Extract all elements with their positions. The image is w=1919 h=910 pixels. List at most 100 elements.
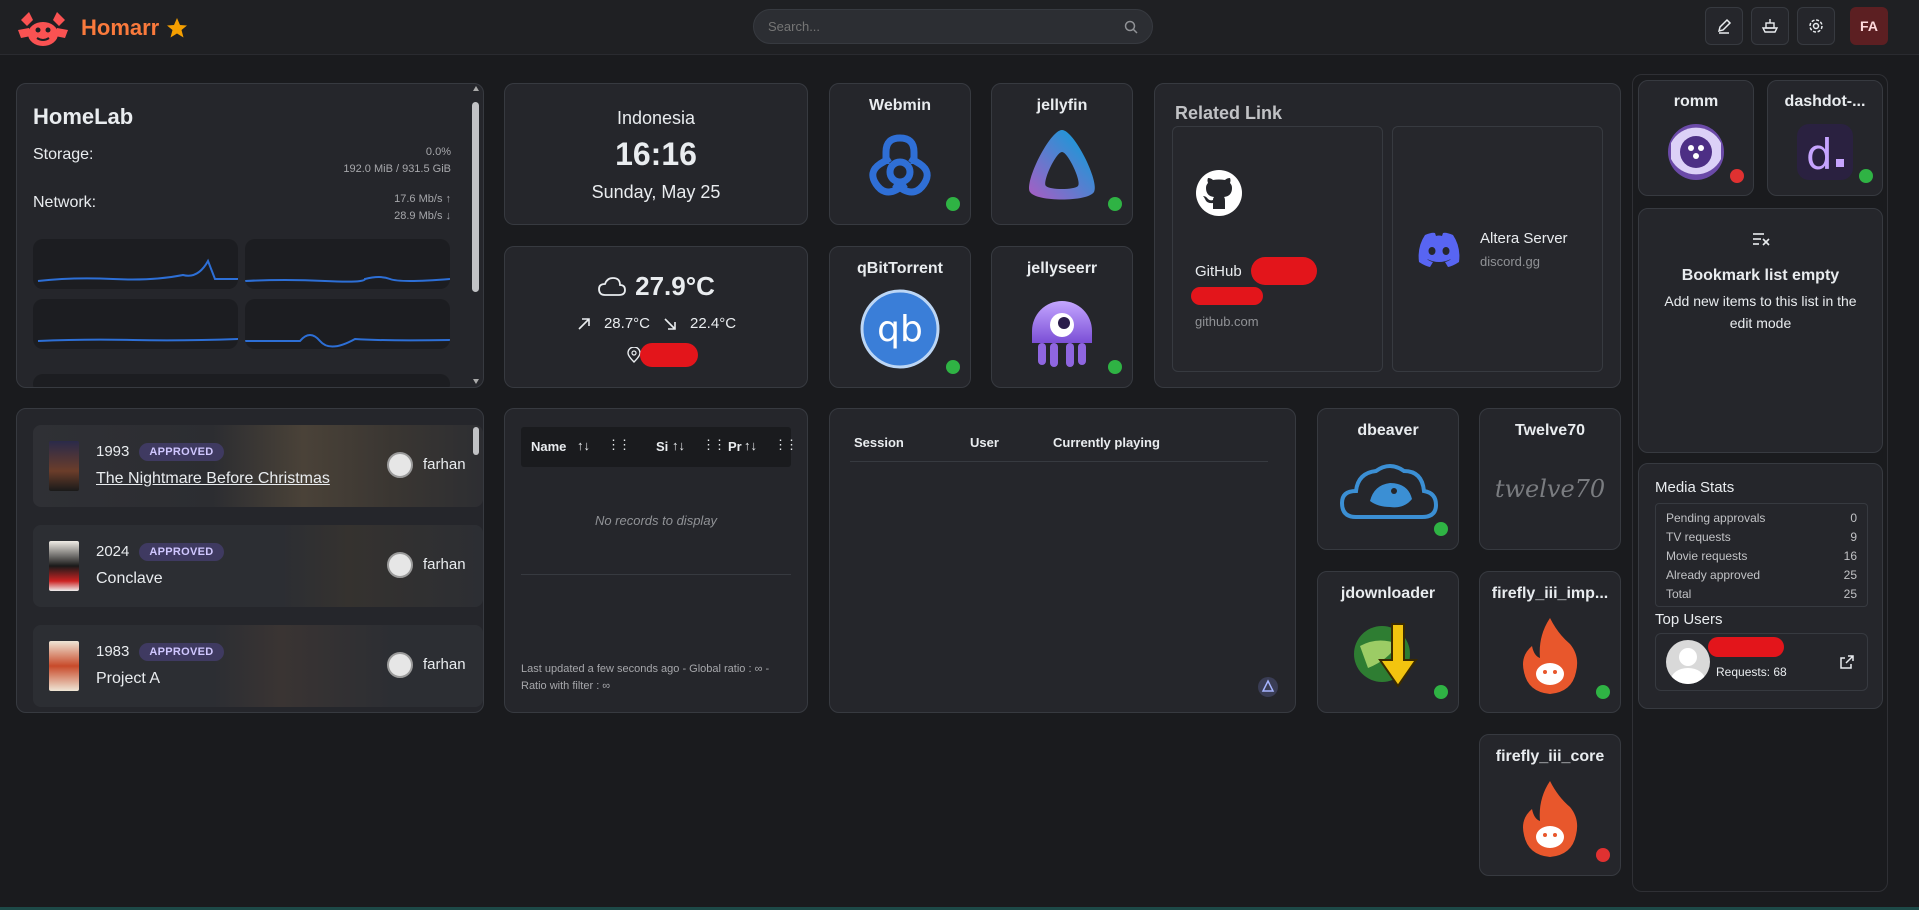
media-stat-value: 0 [1850,510,1857,525]
request-item[interactable]: 2024 APPROVED Conclave farhan [33,525,483,607]
drag-handle-icon[interactable]: ⋮⋮ [774,437,798,453]
svg-text:d: d [1806,130,1833,179]
app-tile-webmin[interactable]: Webmin [829,83,971,225]
media-stat-row: Movie requests 16 [1666,546,1857,565]
github-url: github.com [1195,314,1259,329]
network-label: Network: [33,194,97,211]
discord-url: discord.gg [1480,254,1540,269]
app-tile-romm[interactable]: romm [1638,80,1754,196]
logo[interactable]: Homarr [15,8,189,48]
media-stats-table: Pending approvals 0 TV requests 9 Movie requ… [1655,503,1868,607]
app-title: jellyseerr [1026,260,1098,277]
star-icon [167,18,188,38]
request-item[interactable]: 1993 APPROVED The Nightmare Before Christ… [33,425,483,507]
romm-icon [1668,124,1724,180]
movie-poster [49,541,79,591]
media-stat-value: 25 [1843,567,1857,582]
bookmark-empty-text: Add new items to this list in the edit m… [1664,293,1857,331]
redacted-location [640,343,698,367]
torrent-table-header: Name ↑↓ ⋮⋮ Si ↑↓ ⋮⋮ Pr ↑↓ ⋮⋮ [521,427,798,467]
app-title: dashdot-... [1784,93,1866,110]
col-size[interactable]: Si [656,439,668,454]
ship-icon [1761,19,1779,33]
media-stat-row: TV requests 9 [1666,527,1857,546]
top-user-row[interactable]: Requests: 68 [1655,633,1868,691]
user-avatar[interactable]: FA [1850,7,1888,45]
jellyseerr-icon [1032,301,1092,367]
request-title[interactable]: The Nightmare Before Christmas [96,470,330,488]
qbittorrent-icon: qb [860,289,940,369]
docker-button[interactable] [1751,7,1789,45]
sort-icon[interactable]: ↑↓ [577,438,590,453]
movie-poster [49,641,79,691]
dashdot-icon: d [1797,124,1853,180]
app-tile-jellyfin[interactable]: jellyfin [991,83,1133,225]
app-title: Twelve70 [1515,422,1585,439]
edit-button[interactable] [1705,7,1743,45]
scrollbar[interactable] [472,86,480,384]
app-tile-jellyseerr[interactable]: jellyseerr [991,246,1133,388]
request-year: 1983 [96,643,130,660]
request-item[interactable]: 1983 APPROVED Project A farhan [33,625,483,707]
status-online-dot [1434,685,1448,699]
status-offline-dot [1730,169,1744,183]
search-input[interactable] [768,19,1098,34]
request-year: 1993 [96,443,130,460]
app-tile-qbittorrent[interactable]: qBitTorrent qb [829,246,971,388]
redacted-name [1708,637,1784,657]
sort-icon[interactable]: ↑↓ [672,438,685,453]
user-avatar [387,652,413,678]
status-online-dot [1108,360,1122,374]
drag-handle-icon[interactable]: ⋮⋮ [702,437,726,453]
app-title: Webmin [869,97,931,114]
bookmark-discord[interactable]: Altera Server discord.gg [1392,126,1603,372]
weather-current: 27.9°C [505,271,807,302]
request-title[interactable]: Project A [96,670,160,688]
app-title: qBitTorrent [857,260,943,277]
discord-name: Altera Server [1480,230,1568,247]
media-stat-value: 25 [1843,586,1857,601]
top-users-title: Top Users [1655,611,1723,628]
divider [521,574,791,575]
memory-graph [245,239,450,289]
related-link-card: Related Link GitHub github.com Altera Se… [1154,83,1621,388]
sort-icon[interactable]: ↑↓ [744,438,757,453]
search-icon[interactable] [1124,20,1138,34]
system-title: HomeLab [33,104,134,129]
app-tile-dashdot[interactable]: dashdot-... d [1767,80,1883,196]
cloud-icon [598,276,627,296]
search-bar[interactable] [753,9,1153,44]
app-tile-firefly-core[interactable]: firefly_iii_core [1479,734,1621,876]
settings-button[interactable] [1797,7,1835,45]
app-title: romm [1673,93,1719,110]
pencil-icon [1717,18,1732,34]
app-tile-twelve70[interactable]: Twelve70 twelve70 [1479,408,1621,550]
col-progress[interactable]: Pr [728,439,742,454]
media-sessions-card: Session User Currently playing [829,408,1296,713]
bookmark-github[interactable]: GitHub github.com [1172,126,1383,372]
media-stat-row: Already approved 25 [1666,565,1857,584]
movie-poster [49,441,79,491]
redacted-name [1251,257,1317,285]
network-upload: 17.6 Mb/s ↑ [394,193,451,205]
github-name: GitHub [1195,263,1242,280]
app-tile-firefly-importer[interactable]: firefly_iii_imp... [1479,571,1621,713]
weather-temp: 27.9°C [635,271,715,301]
request-user: farhan [423,656,466,673]
app-tile-jdownloader[interactable]: jdownloader [1317,571,1459,713]
app-tile-dbeaver[interactable]: dbeaver [1317,408,1459,550]
media-stat-value: 16 [1843,548,1857,563]
app-title: jdownloader [1340,585,1436,602]
bookmark-widget: Bookmark list empty Add new items to thi… [1638,208,1883,453]
storage-label: Storage: [33,146,94,163]
scrollbar[interactable] [473,427,479,455]
app-title: jellyfin [1036,97,1088,114]
col-name[interactable]: Name [531,439,566,454]
request-title[interactable]: Conclave [96,570,163,588]
jellyfin-icon [1029,130,1095,200]
drag-handle-icon[interactable]: ⋮⋮ [607,437,631,453]
external-link-icon[interactable] [1839,654,1855,670]
status-badge: APPROVED [139,443,224,462]
weather-range: 28.7°C 22.4°C [505,315,807,332]
media-stat-row: Total 25 [1666,584,1857,603]
